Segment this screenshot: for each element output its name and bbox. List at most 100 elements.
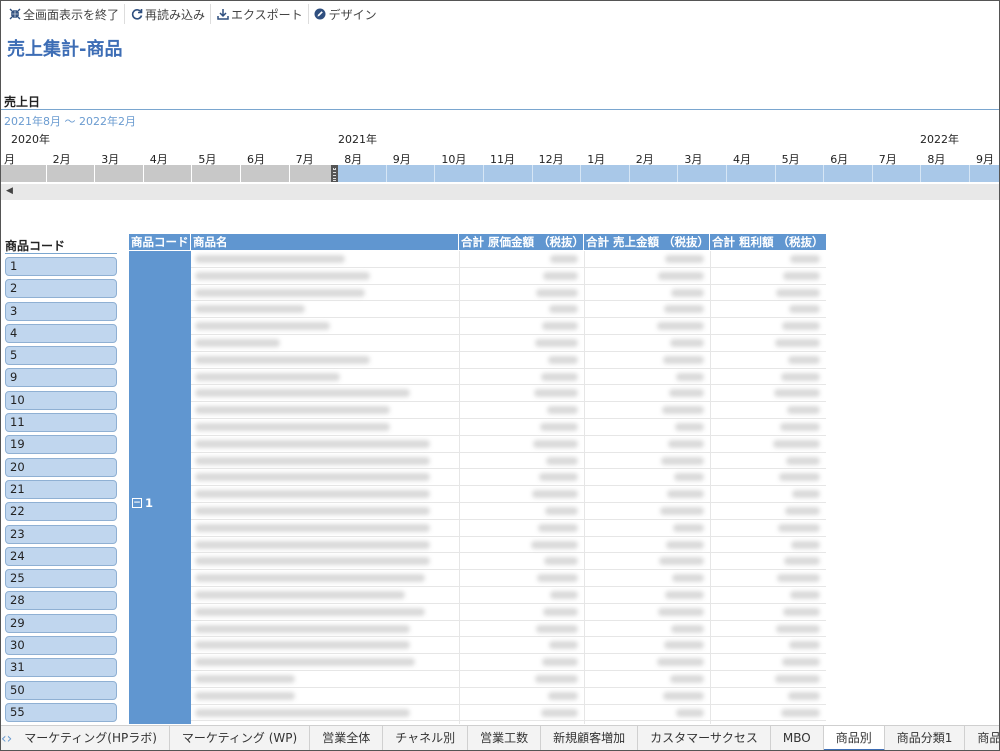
table-row[interactable] [191, 705, 826, 722]
scroll-left-arrow-icon[interactable]: ◀ [6, 186, 13, 196]
slicer-item[interactable]: 29 [5, 613, 117, 633]
table-row[interactable] [191, 637, 826, 655]
timeline-month-cell[interactable] [143, 165, 193, 182]
timeline-bar[interactable] [1, 165, 999, 182]
exit-fullscreen-button[interactable]: 全画面表示を終了 [3, 4, 126, 24]
table-row[interactable] [191, 301, 826, 319]
table-row[interactable] [191, 671, 826, 688]
table-row[interactable] [191, 318, 826, 335]
timeline-month-cell[interactable] [532, 165, 582, 182]
timeline-month-cell[interactable] [629, 165, 679, 182]
table-row[interactable] [191, 268, 826, 285]
timeline-month-cell[interactable] [970, 165, 999, 182]
table-row[interactable] [191, 604, 826, 621]
slicer-item[interactable]: 2 [5, 279, 117, 299]
table-row[interactable] [191, 688, 826, 705]
table-row[interactable] [191, 335, 826, 352]
slicer-item[interactable]: 30 [5, 636, 117, 656]
collapse-minus-icon[interactable]: − [132, 498, 142, 508]
sheet-tab[interactable]: MBO [771, 726, 824, 750]
table-row[interactable] [191, 285, 826, 302]
slicer-item[interactable]: 25 [5, 569, 117, 589]
table-row[interactable] [191, 469, 826, 487]
timeline-month-cell[interactable] [727, 165, 776, 182]
redacted-amount [538, 523, 578, 532]
design-button[interactable]: デザイン [309, 4, 382, 24]
timeline-month-cell[interactable] [484, 165, 533, 182]
timeline-month-cell[interactable] [1, 165, 47, 182]
export-button[interactable]: エクスポート [211, 4, 309, 24]
slicer-item[interactable]: 31 [5, 658, 117, 678]
table-row[interactable] [191, 436, 826, 453]
redacted-amount [546, 456, 578, 465]
timeline-month-cell[interactable] [192, 165, 241, 182]
table-row[interactable] [191, 352, 826, 369]
table-row[interactable] [191, 520, 826, 537]
timeline-month-cell[interactable] [678, 165, 727, 182]
slicer-item[interactable]: 5 [5, 346, 117, 366]
sheet-tab[interactable]: 商品分類1 [885, 726, 966, 750]
table-row[interactable] [191, 251, 826, 268]
header-profit-total[interactable]: 合計 粗利額 （税抜） [710, 234, 826, 250]
slicer-item[interactable]: 21 [5, 479, 117, 499]
slicer-item[interactable]: 1 [5, 257, 117, 276]
header-product-name[interactable]: 商品名 [191, 234, 459, 250]
timeline-month-cell[interactable] [241, 165, 290, 182]
sheet-tab[interactable]: カスタマーサクセス [638, 726, 771, 750]
timeline-month-cell[interactable] [386, 165, 436, 182]
slicer-item[interactable]: 50 [5, 680, 117, 700]
table-row[interactable] [191, 654, 826, 671]
sheet-tab[interactable]: マーケティング(HPラボ) [12, 726, 170, 750]
sheet-tab[interactable]: 営業工数 [468, 726, 542, 750]
sheet-tab[interactable]: 商品別 [823, 726, 885, 750]
timeline-month-cell[interactable] [435, 165, 484, 182]
sheet-tab[interactable]: 営業全体 [310, 726, 384, 750]
sheet-tab[interactable]: チャネル別 [383, 726, 469, 750]
slicer-item[interactable]: 4 [5, 323, 117, 343]
table-row[interactable] [191, 537, 826, 554]
slicer-item[interactable]: 19 [5, 435, 117, 455]
table-row[interactable] [191, 402, 826, 419]
timeline-month-cell[interactable] [775, 165, 825, 182]
sheet-tab[interactable]: 商品分類2 [965, 726, 999, 750]
timeline-month-cell[interactable] [921, 165, 970, 182]
table-row[interactable] [191, 570, 826, 587]
table-row[interactable] [191, 369, 826, 386]
redacted-amount [783, 271, 820, 280]
slicer-item[interactable]: 23 [5, 524, 117, 544]
group-row-label[interactable]: − 1 [132, 496, 153, 510]
slicer-item[interactable]: 3 [5, 301, 117, 321]
slicer-item[interactable]: 10 [5, 390, 117, 410]
header-cost-total[interactable]: 合計 原価金額 （税抜） [459, 234, 584, 250]
timeline-month-cell[interactable] [872, 165, 922, 182]
table-row[interactable] [191, 486, 826, 503]
slicer-item[interactable]: 22 [5, 502, 117, 522]
reload-button[interactable]: 再読み込み [125, 4, 212, 24]
table-row[interactable] [191, 453, 826, 470]
sheet-tab[interactable]: マーケティング (WP) [170, 726, 311, 750]
table-row[interactable] [191, 621, 826, 638]
redacted-amount [671, 624, 704, 633]
header-product-code[interactable]: 商品コード [129, 234, 191, 250]
timeline-month-cell[interactable] [581, 165, 630, 182]
timeline-month-cell[interactable] [824, 165, 873, 182]
header-sales-total[interactable]: 合計 売上金額 （税抜） [584, 234, 710, 250]
timeline-month-cell[interactable] [46, 165, 96, 182]
sheet-tab[interactable]: 新規顧客増加 [541, 726, 639, 750]
slicer-item[interactable]: 28 [5, 591, 117, 611]
table-row[interactable] [191, 587, 826, 604]
slicer-item[interactable]: 9 [5, 368, 117, 388]
slicer-item[interactable]: 55 [5, 702, 117, 722]
redacted-amount [776, 288, 820, 297]
timeline-range-handle[interactable] [331, 165, 338, 182]
slicer-item[interactable]: 24 [5, 546, 117, 566]
timeline-scrollbar[interactable]: ◀ [1, 184, 999, 200]
table-row[interactable] [191, 503, 826, 520]
timeline-month-cell[interactable] [338, 165, 387, 182]
table-row[interactable] [191, 385, 826, 403]
timeline-month-cell[interactable] [95, 165, 144, 182]
slicer-item[interactable]: 20 [5, 457, 117, 477]
table-row[interactable] [191, 419, 826, 436]
table-row[interactable] [191, 553, 826, 571]
slicer-item[interactable]: 11 [5, 413, 117, 433]
